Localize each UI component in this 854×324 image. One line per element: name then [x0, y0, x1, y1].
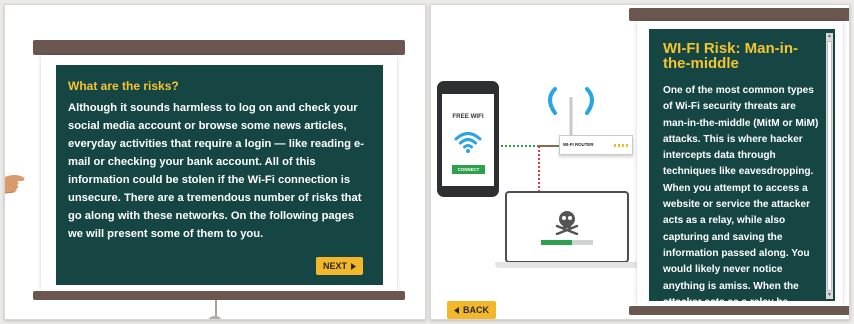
projector-top-bar	[629, 8, 849, 21]
slide-panel-risks: What are the risks? Although it sounds h…	[4, 4, 426, 320]
router-label: WI-FI ROUTER	[563, 142, 594, 147]
chevron-left-icon	[454, 306, 459, 314]
next-button-label: NEXT	[322, 261, 347, 271]
laptop-progress-bar	[541, 240, 593, 245]
smartphone-illustration: FREE WIFI CONNECT	[437, 81, 499, 197]
wifi-router-illustration: WI-FI ROUTER	[559, 135, 633, 155]
slide-body: Although it sounds harmless to log on an…	[68, 102, 364, 240]
slide-panel-mitm: FREE WIFI CONNECT WI-FI ROUTER WI-FI Ris…	[430, 4, 850, 320]
next-button[interactable]: NEXT	[315, 257, 363, 275]
back-button[interactable]: BACK	[447, 301, 496, 319]
scroll-down-arrow-icon[interactable]: ▼	[826, 292, 833, 299]
laptop-progress-fill	[541, 240, 573, 245]
content-board: WI-FI Risk: Man-in-the-middle One of the…	[649, 29, 835, 301]
router-signal-icon	[548, 87, 594, 135]
pointing-hand-icon	[5, 175, 25, 194]
phone-free-wifi-label: FREE WIFI	[452, 113, 484, 120]
slide-heading: WI-FI Risk: Man-in-the-middle	[663, 40, 798, 72]
slide-heading: What are the risks?	[68, 79, 179, 93]
scrollbar-thumb[interactable]	[827, 41, 832, 291]
projector-top-bar	[33, 40, 405, 55]
phone-connect-button: CONNECT	[452, 165, 485, 174]
wifi-icon	[454, 132, 482, 153]
chevron-right-icon	[351, 262, 356, 270]
laptop-illustration	[505, 191, 629, 263]
phone-screen: FREE WIFI CONNECT	[442, 94, 494, 186]
router-leds	[614, 144, 628, 147]
laptop-base	[495, 262, 639, 268]
back-button-label: BACK	[463, 305, 489, 315]
projector-stand-foot	[208, 316, 222, 319]
content-board: What are the risks? Although it sounds h…	[56, 65, 383, 285]
content-scrollbar[interactable]: ▲ ▼	[826, 33, 833, 299]
projector-bottom-bar	[629, 306, 849, 315]
slide-body: One of the most common types of Wi-Fi se…	[663, 85, 819, 301]
skull-crossbones-icon	[555, 211, 579, 235]
projector-bottom-bar	[33, 291, 405, 300]
scroll-up-arrow-icon[interactable]: ▲	[826, 33, 833, 40]
